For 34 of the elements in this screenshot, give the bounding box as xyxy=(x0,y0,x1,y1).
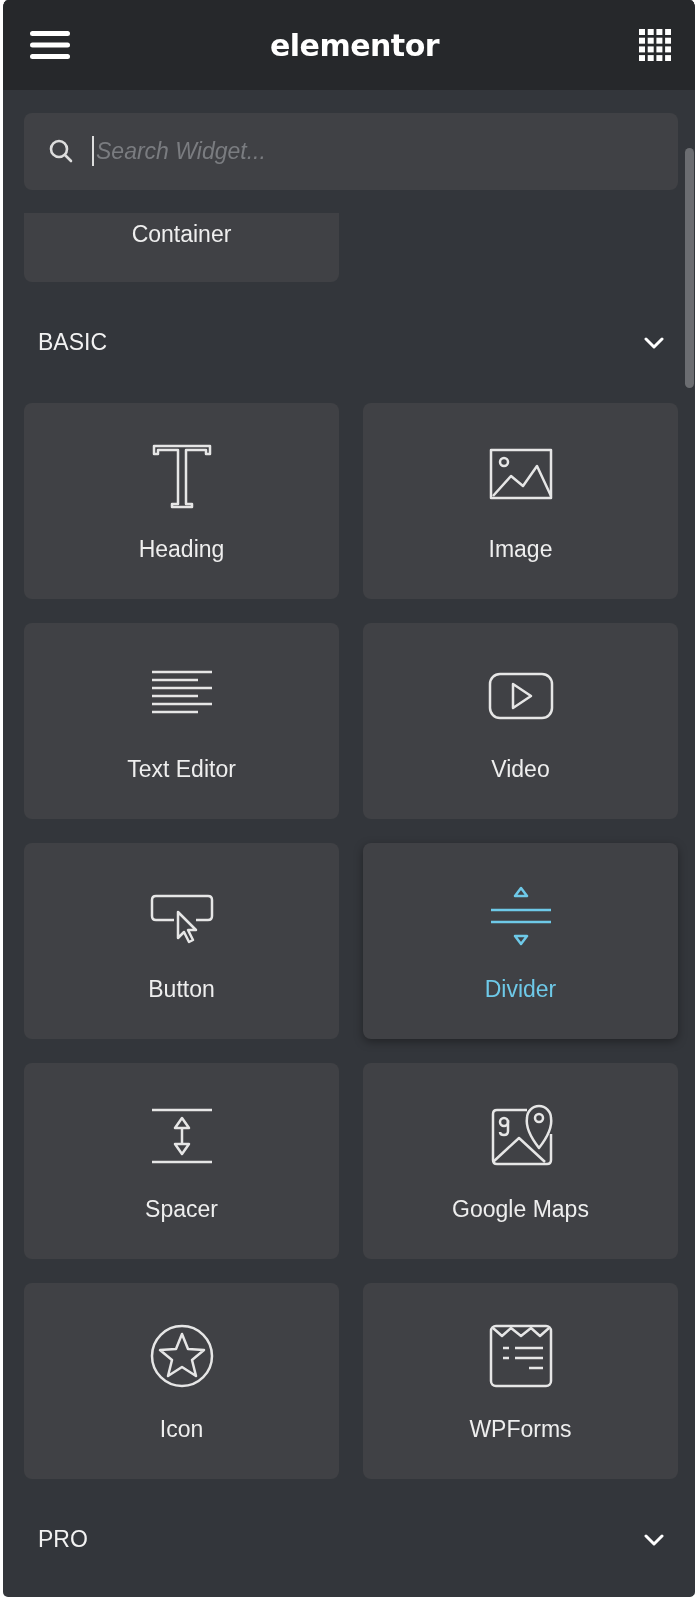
apps-grid-icon[interactable] xyxy=(639,29,671,61)
text-cursor xyxy=(92,136,94,166)
widget-label: Spacer xyxy=(145,1195,218,1223)
section-header[interactable]: BASIC xyxy=(24,282,678,403)
chevron-down-icon xyxy=(644,1533,664,1546)
search-field[interactable]: Search Widget... xyxy=(24,113,678,190)
widget-label: WPForms xyxy=(469,1415,572,1443)
widget-label: Video xyxy=(491,755,550,783)
widget-tile[interactable]: Icon xyxy=(24,1283,339,1479)
widget-label: Text Editor xyxy=(127,755,236,783)
widget-tile[interactable]: Video xyxy=(363,623,678,819)
chevron-down-icon xyxy=(644,336,664,349)
search-icon xyxy=(48,138,74,164)
widget-tile[interactable]: WPForms xyxy=(363,1283,678,1479)
section-title: PRO xyxy=(38,1526,88,1553)
section-header[interactable]: PRO xyxy=(24,1479,678,1597)
scrollbar[interactable] xyxy=(685,148,694,388)
widget-tile[interactable]: Spacer xyxy=(24,1063,339,1259)
widget-label: Heading xyxy=(138,535,225,563)
widget-tile[interactable]: Container xyxy=(24,213,339,282)
widget-tile[interactable]: Button xyxy=(24,843,339,1039)
widget-label: Google Maps xyxy=(452,1195,589,1223)
menu-icon[interactable] xyxy=(30,30,70,60)
widget-tile[interactable]: Google Maps xyxy=(363,1063,678,1259)
widget-label: Icon xyxy=(159,1415,204,1443)
logo: elementor xyxy=(269,27,440,63)
widget-tile[interactable]: Heading xyxy=(24,403,339,599)
widget-tile[interactable]: Divider xyxy=(363,843,678,1039)
widget-tile[interactable]: Text Editor xyxy=(24,623,339,819)
widget-label: Image xyxy=(488,535,553,563)
section-title: BASIC xyxy=(38,329,108,356)
widget-label: Divider xyxy=(484,975,557,1003)
widget-label: Button xyxy=(148,975,215,1003)
widget-tile[interactable]: Image xyxy=(363,403,678,599)
